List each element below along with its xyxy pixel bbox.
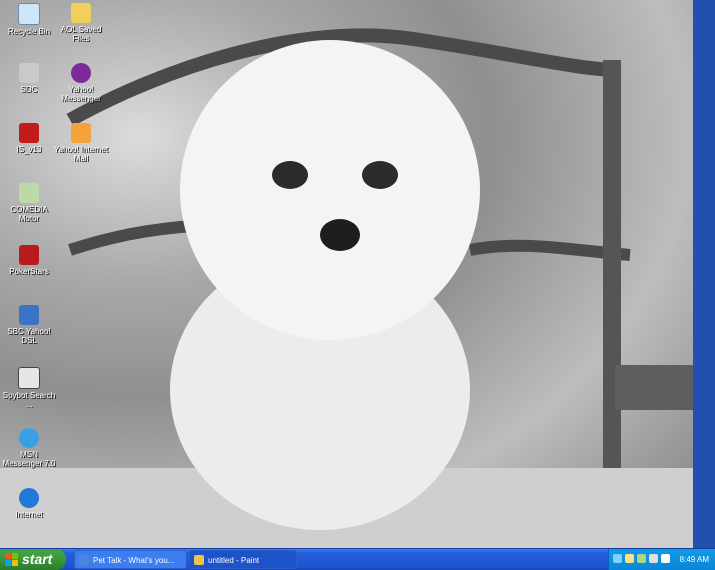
desktop-icon-label: Spybot Search ... xyxy=(2,391,56,409)
desktop-edge xyxy=(693,0,715,548)
taskbar-button-pet-talk[interactable]: Pet Talk - What's you... xyxy=(74,550,187,569)
desktop-icon-sbc-yahoo-dsl[interactable]: SBC Yahoo! DSL xyxy=(0,305,58,345)
yahoo-mail-icon xyxy=(71,123,91,143)
spybot-icon xyxy=(18,367,40,389)
paint-icon xyxy=(194,555,204,565)
desktop-icon-label: SDC xyxy=(20,85,38,94)
taskbar: start Pet Talk - What's you... untitled … xyxy=(0,548,715,570)
desktop-icon-label: MSN Messenger 7.0 xyxy=(2,450,56,468)
desktop-icon-yahoo-internet-mail[interactable]: Yahoo! Internet Mail xyxy=(52,123,110,163)
update-icon[interactable] xyxy=(661,554,670,563)
system-clock[interactable]: 8:49 AM xyxy=(680,549,709,570)
desktop-icon-label: PokerStars xyxy=(9,267,49,276)
pokerstars-icon xyxy=(19,245,39,265)
msn-messenger-icon xyxy=(19,428,39,448)
desktop-icon-label: Yahoo! Internet Mail xyxy=(53,145,109,163)
desktop-icon-sdc[interactable]: SDC xyxy=(0,63,58,94)
desktop-icon-label: Recycle Bin xyxy=(7,27,51,36)
messenger-tray-icon[interactable] xyxy=(637,554,646,563)
desktop-icon-label: Yahoo! Messenger xyxy=(61,85,101,103)
desktop-icon-yahoo-messenger[interactable]: Yahoo! Messenger xyxy=(52,63,110,103)
volume-icon[interactable] xyxy=(625,554,634,563)
taskbar-button-label: Pet Talk - What's you... xyxy=(93,556,175,565)
start-label: start xyxy=(22,551,53,567)
desktop-icon-label: IS_v13 xyxy=(16,145,42,154)
comedia-icon xyxy=(19,183,39,203)
sbc-yahoo-dsl-icon xyxy=(19,305,39,325)
desktop-icon-label: AOL Saved Files xyxy=(60,25,102,43)
network-icon[interactable] xyxy=(613,554,622,563)
system-tray: 8:49 AM xyxy=(608,549,715,570)
desktop-icon-label: Internet xyxy=(15,510,43,519)
desktop-icon-internet[interactable]: Internet xyxy=(0,488,58,519)
desktop: Recycle Bin AOL Saved Files SDC Yahoo! M… xyxy=(0,0,715,548)
folder-icon xyxy=(71,3,91,23)
is-v13-icon xyxy=(19,123,39,143)
desktop-icon-spybot[interactable]: Spybot Search ... xyxy=(0,367,58,409)
desktop-icon-is-v13[interactable]: IS_v13 xyxy=(0,123,58,154)
desktop-icon-label: COMEDIA Motor xyxy=(10,205,48,223)
recycle-bin-icon xyxy=(18,3,40,25)
security-icon[interactable] xyxy=(649,554,658,563)
desktop-icon-comedia-motor[interactable]: COMEDIA Motor xyxy=(0,183,58,223)
desktop-icon-pokerstars[interactable]: PokerStars xyxy=(0,245,58,276)
taskbar-button-label: untitled - Paint xyxy=(208,556,260,565)
desktop-icon-aol-saved-files[interactable]: AOL Saved Files xyxy=(52,3,110,43)
desktop-icon-msn-messenger[interactable]: MSN Messenger 7.0 xyxy=(0,428,58,468)
desktop-icon-recycle-bin[interactable]: Recycle Bin xyxy=(0,3,58,36)
sdc-icon xyxy=(19,63,39,83)
start-button[interactable]: start xyxy=(0,549,66,570)
windows-flag-icon xyxy=(5,553,18,566)
desktop-icon-label: SBC Yahoo! DSL xyxy=(7,327,51,345)
browser-window-icon xyxy=(79,555,89,565)
internet-explorer-icon xyxy=(19,488,39,508)
yahoo-messenger-icon xyxy=(71,63,91,83)
taskbar-button-paint[interactable]: untitled - Paint xyxy=(189,550,297,569)
